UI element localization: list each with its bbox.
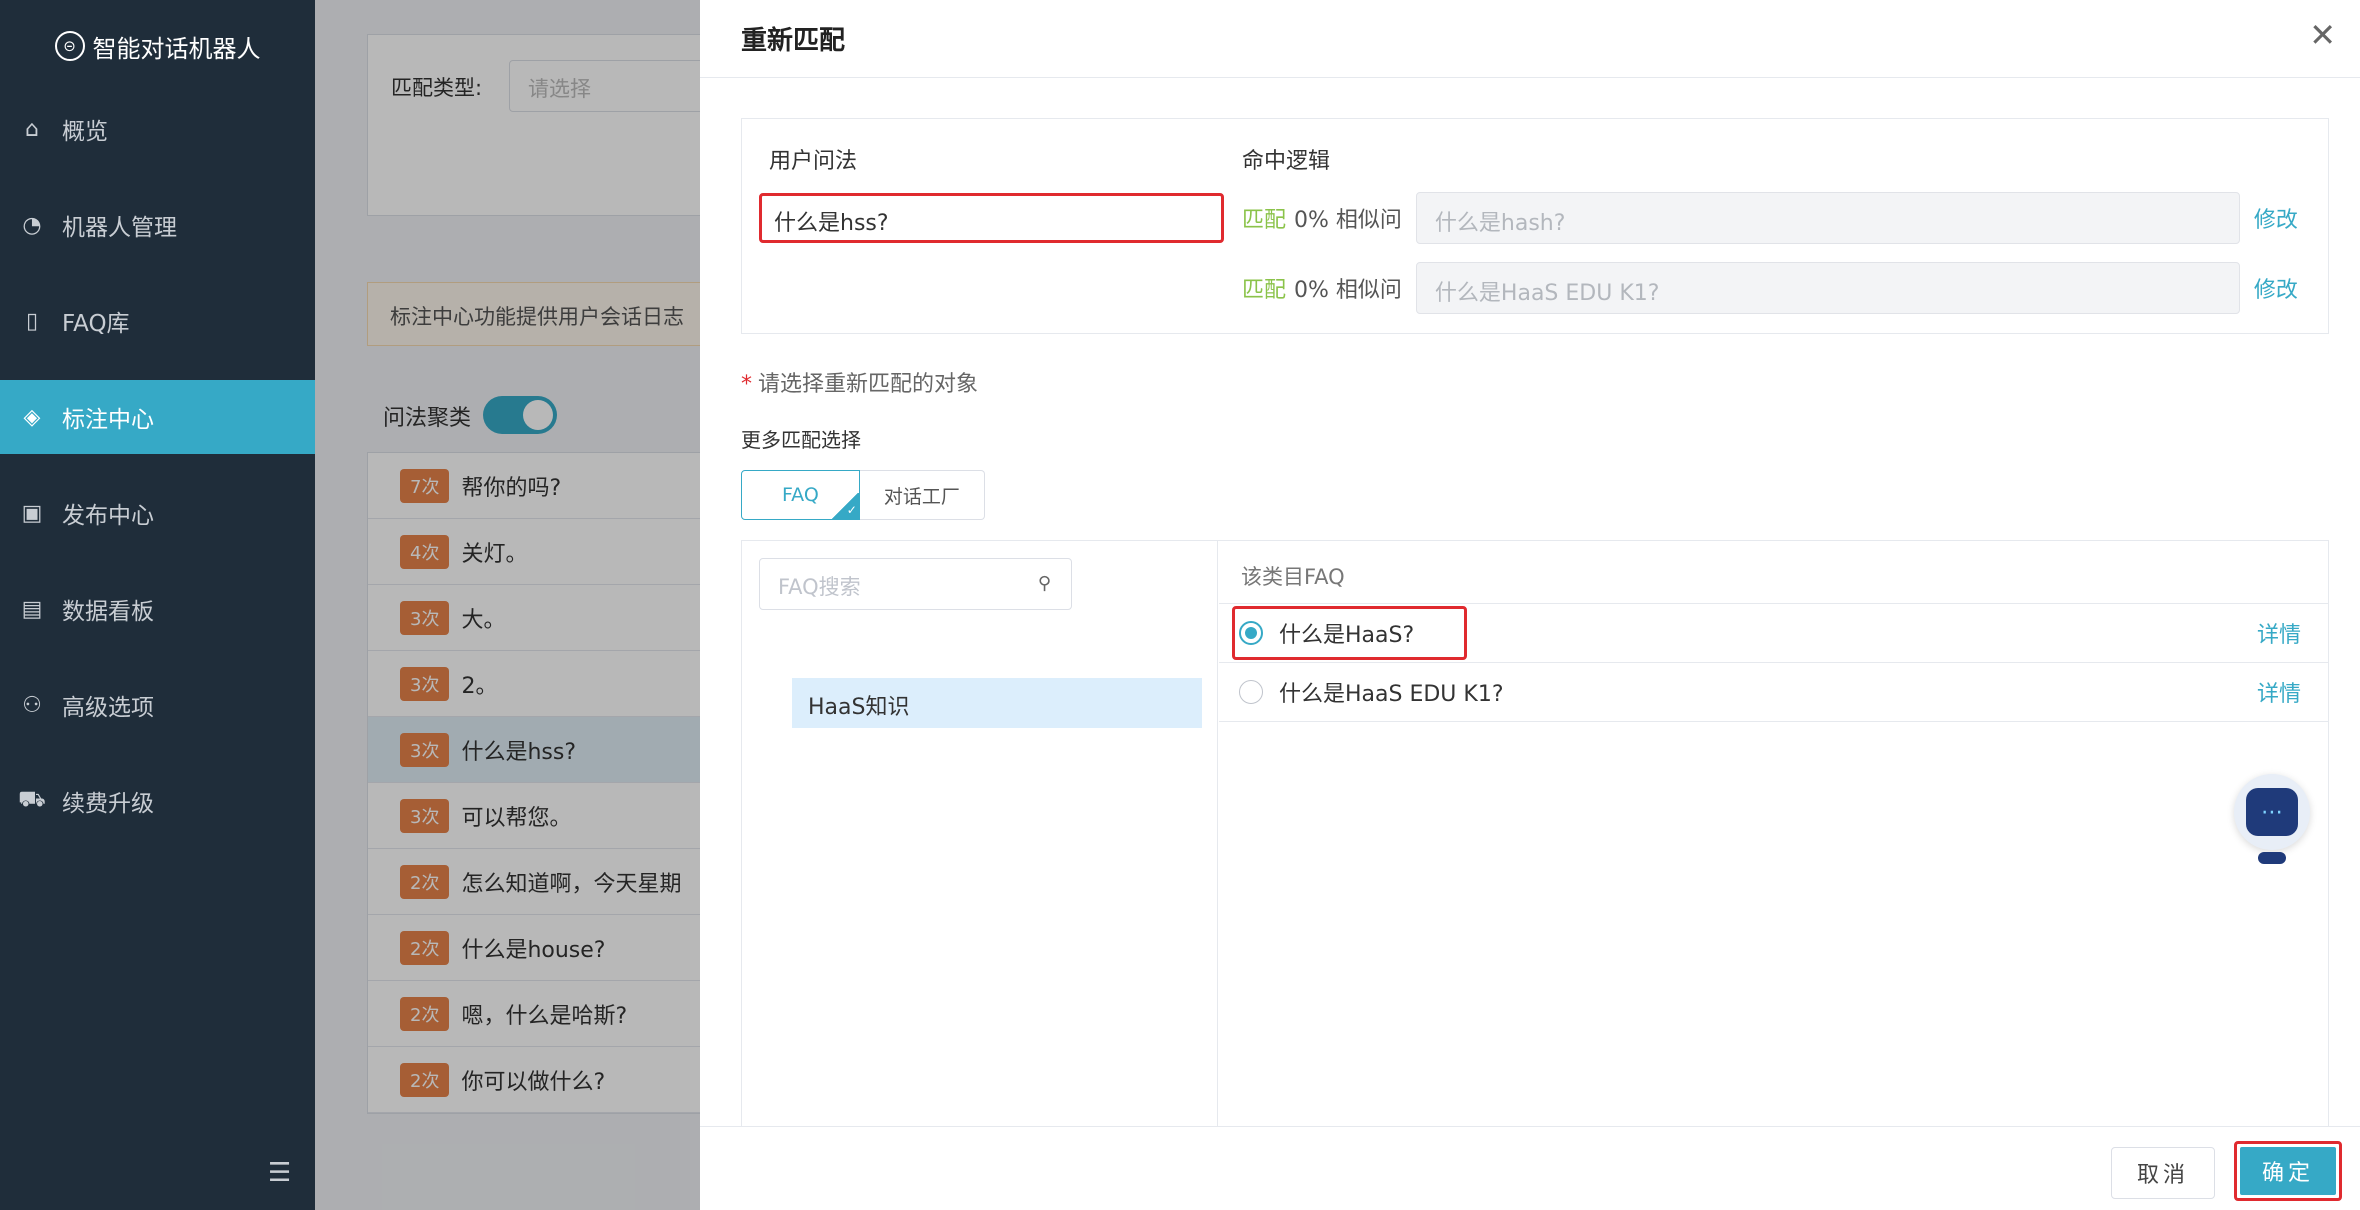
sidebar-item-label: FAQ库 (62, 311, 130, 337)
faq-list-pane: 该类目FAQ 什么是HaaS? 详情 什么是HaaS EDU K1? 详情 (1219, 541, 2329, 1131)
app-title: 智能对话机器人 (92, 34, 261, 63)
match-card: 用户问法 命中逻辑 什么是hss? 匹配 0% 相似问 什么是hash? 修改 … (741, 118, 2329, 334)
sidebar-item[interactable]: ⚇ 高级选项 (0, 668, 315, 742)
sidebar-item[interactable]: ◈ 标注中心 (0, 380, 315, 454)
drawer-title: 重新匹配 (700, 0, 2360, 78)
faq-list-header: 该类目FAQ (1219, 541, 2329, 604)
rule-similarity: 0% 相似问 (1294, 208, 1402, 233)
rule-match-tag: 匹配 (1242, 208, 1287, 233)
chat-assistant-icon[interactable]: ⋯ (2226, 768, 2316, 868)
sidebar-item-label: 机器人管理 (62, 215, 177, 241)
rule-similarity: 0% 相似问 (1294, 278, 1402, 303)
sidebar-item-label: 数据看板 (62, 599, 154, 625)
faq-question: 什么是HaaS EDU K1? (1279, 682, 1504, 707)
sidebar-item[interactable]: ▤ 数据看板 (0, 572, 315, 646)
faq-row[interactable]: 什么是HaaS? 详情 (1219, 604, 2329, 663)
rule-match-tag: 匹配 (1242, 278, 1287, 303)
faq-detail-link[interactable]: 详情 (2257, 617, 2301, 649)
search-icon[interactable]: ⚲ (1038, 573, 1051, 594)
users-gear-icon: ⚇ (22, 692, 42, 718)
sidebar: ⊝ 智能对话机器人 ⌂ 概览 ◔ 机器人管理 ▯ FAQ库 ◈ 标注中心 ▣ 发布中心 ▤ 数据看板 ⚇… (0, 0, 315, 1210)
robot-logo-icon: ⊝ (54, 31, 85, 61)
book-icon: ▯ (25, 308, 39, 334)
sidebar-item[interactable]: ⛟ 续费升级 (0, 764, 315, 838)
rule-row: 匹配 0% 相似问 什么是hash? 修改 (1242, 192, 2298, 244)
faq-picker: FAQ搜索 ⚲ HaaS知识 该类目FAQ 什么是HaaS? 详情 什么是Haa… (741, 540, 2329, 1131)
faq-search-placeholder: FAQ搜索 (778, 575, 861, 599)
rematch-hint: * 请选择重新匹配的对象 (741, 366, 978, 398)
sidebar-item-label: 发布中心 (62, 503, 154, 529)
sidebar-item[interactable]: ◔ 机器人管理 (0, 188, 315, 262)
rule-edit-link[interactable]: 修改 (2254, 202, 2298, 234)
dashboard-icon: ▤ (21, 596, 43, 622)
home-icon: ⌂ (25, 116, 39, 142)
more-options-title: 更多匹配选择 (741, 428, 861, 452)
user-question-title: 用户问法 (769, 149, 858, 174)
match-source-tabs: FAQ 对话工厂 (741, 470, 985, 520)
required-star: * (741, 372, 752, 397)
confirm-highlight: 确定 (2234, 1141, 2342, 1201)
radio-unselected[interactable] (1239, 680, 1263, 704)
category-pane: FAQ搜索 ⚲ HaaS知识 (742, 541, 1218, 1131)
rematch-hint-text: 请选择重新匹配的对象 (758, 372, 979, 397)
hit-logic-title: 命中逻辑 (1242, 149, 1331, 174)
chat-bubble-icon: ⋯ (2246, 788, 2298, 836)
rule-row: 匹配 0% 相似问 什么是HaaS EDU K1? 修改 (1242, 262, 2298, 314)
tab-dialog-factory[interactable]: 对话工厂 (859, 470, 985, 520)
faq-question: 什么是HaaS? (1279, 623, 1415, 648)
brand: ⊝ 智能对话机器人 (0, 0, 315, 92)
sidebar-item-label: 续费升级 (62, 791, 154, 817)
sidebar-item[interactable]: ▣ 发布中心 (0, 476, 315, 550)
faq-search-input[interactable]: FAQ搜索 ⚲ (759, 558, 1072, 610)
collapse-menu-icon[interactable]: ☰ (268, 1158, 291, 1188)
rule-edit-link[interactable]: 修改 (2254, 272, 2298, 304)
assistant-bow (2258, 852, 2286, 864)
sidebar-item-label: 高级选项 (62, 695, 154, 721)
sidebar-item-label: 概览 (62, 119, 108, 145)
confirm-button[interactable]: 确定 (2240, 1147, 2336, 1195)
rule-value-field: 什么是HaaS EDU K1? (1415, 262, 2240, 314)
faq-detail-link[interactable]: 详情 (2257, 676, 2301, 708)
faq-row[interactable]: 什么是HaaS EDU K1? 详情 (1219, 663, 2329, 722)
cart-icon: ⛟ (18, 787, 46, 812)
sidebar-item[interactable]: ⌂ 概览 (0, 92, 315, 166)
sidebar-item[interactable]: ▯ FAQ库 (0, 284, 315, 358)
sidebar-item-label: 标注中心 (62, 407, 154, 433)
radio-selected[interactable] (1239, 621, 1263, 645)
rule-value-field: 什么是hash? (1415, 192, 2240, 244)
cancel-button[interactable]: 取消 (2111, 1147, 2215, 1199)
category-item-haas[interactable]: HaaS知识 (792, 678, 1202, 728)
rematch-drawer: 重新匹配 ✕ 用户问法 命中逻辑 什么是hss? 匹配 0% 相似问 什么是ha… (700, 0, 2360, 1210)
close-icon[interactable]: ✕ (2309, 16, 2336, 54)
publish-icon: ▣ (21, 500, 43, 526)
tab-faq[interactable]: FAQ (741, 470, 860, 520)
tag-icon: ◈ (23, 404, 41, 430)
user-question-box: 什么是hss? (759, 193, 1224, 243)
robot-icon: ◔ (22, 212, 42, 238)
drawer-footer: 取消 确定 (700, 1126, 2360, 1210)
